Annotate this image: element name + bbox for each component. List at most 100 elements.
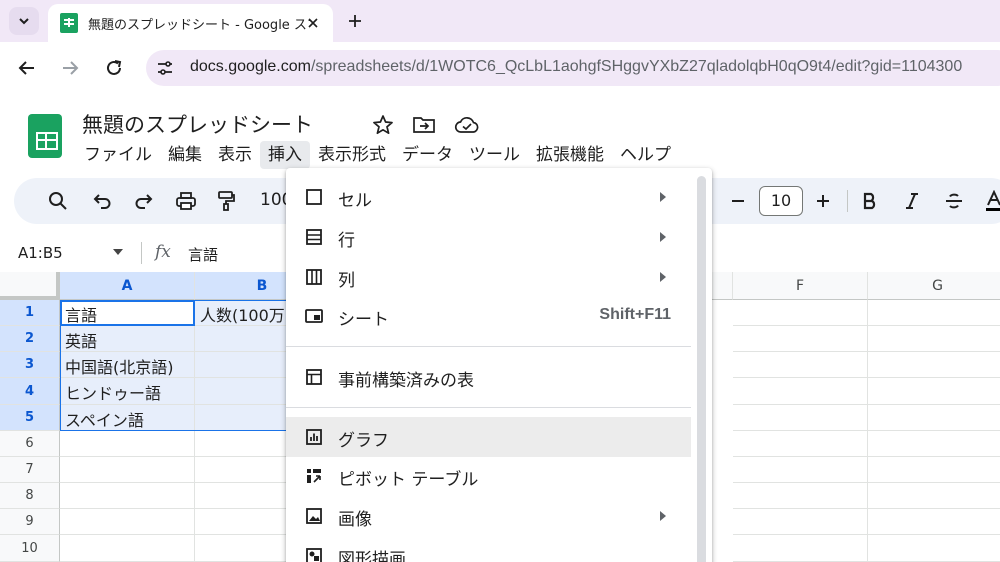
menu-scrollbar[interactable] [697, 176, 706, 562]
row-header-5[interactable]: 5 [0, 405, 60, 431]
cell-f10[interactable] [733, 535, 868, 562]
cell-a1[interactable]: 言語 [60, 300, 195, 326]
print-button[interactable] [172, 187, 200, 215]
forward-button[interactable] [56, 54, 84, 82]
search-menus-button[interactable] [44, 187, 72, 215]
cell-a7[interactable] [60, 457, 195, 483]
bold-button[interactable] [856, 187, 884, 215]
minus-icon [732, 200, 744, 202]
menu-item-chart[interactable]: グラフ [286, 417, 691, 457]
cell-f9[interactable] [733, 509, 868, 535]
tab-close-button[interactable] [302, 12, 324, 34]
cell-a6[interactable] [60, 431, 195, 457]
strikethrough-button[interactable] [940, 187, 968, 215]
formula-input[interactable]: 言語 [188, 244, 218, 265]
cell-g7[interactable] [868, 457, 1000, 483]
menu-tools[interactable]: ツール [461, 141, 528, 169]
decrease-font-size-button[interactable] [724, 187, 752, 215]
cell-f7[interactable] [733, 457, 868, 483]
font-size-input[interactable]: 10 [759, 186, 803, 216]
cell-f3[interactable] [733, 352, 868, 378]
caret-down-icon[interactable] [113, 249, 123, 255]
menu-edit[interactable]: 編集 [160, 141, 210, 169]
cell-a2[interactable]: 英語 [60, 326, 195, 352]
menu-item-pivot-table[interactable]: ピボット テーブル [286, 456, 691, 496]
tab-search-button[interactable] [9, 7, 39, 35]
sheets-logo-icon[interactable] [28, 114, 62, 158]
menu-item-cell[interactable]: セル [286, 177, 691, 217]
column-header-g[interactable]: G [868, 272, 1000, 300]
cell-g6[interactable] [868, 431, 1000, 457]
menu-view[interactable]: 表示 [210, 141, 260, 169]
menu-data[interactable]: データ [394, 141, 461, 169]
cell-f4[interactable] [733, 378, 868, 405]
browser-toolbar: docs.google.com/spreadsheets/d/1WOTC6_Qc… [0, 42, 1000, 94]
redo-button[interactable] [130, 187, 158, 215]
back-button[interactable] [13, 54, 41, 82]
menu-format[interactable]: 表示形式 [310, 141, 394, 169]
formula-bar-divider [141, 242, 142, 264]
menu-item-rows[interactable]: 行 [286, 217, 691, 257]
browser-tab[interactable]: 無題のスプレッドシート - Google スプレッドシート [48, 4, 333, 42]
name-box[interactable]: A1:B5 [18, 244, 63, 262]
address-bar[interactable]: docs.google.com/spreadsheets/d/1WOTC6_Qc… [146, 50, 1000, 86]
column-header-f[interactable]: F [733, 272, 868, 300]
cell-a5[interactable]: スペイン語 [60, 405, 195, 431]
row-header-1[interactable]: 1 [0, 300, 60, 326]
paint-format-button[interactable] [212, 187, 240, 215]
cloud-status-button[interactable] [454, 113, 480, 137]
text-color-button[interactable] [980, 187, 1000, 215]
cell-g9[interactable] [868, 509, 1000, 535]
menu-help[interactable]: ヘルプ [612, 141, 679, 169]
row-header-3[interactable]: 3 [0, 352, 60, 378]
cell-g3[interactable] [868, 352, 1000, 378]
drawing-icon [304, 546, 324, 562]
menu-file[interactable]: ファイル [76, 141, 160, 169]
row-header-4[interactable]: 4 [0, 378, 60, 405]
row-header-10[interactable]: 10 [0, 535, 60, 562]
cell-g5[interactable] [868, 405, 1000, 431]
submenu-arrow-icon [660, 232, 666, 242]
cell-a10[interactable] [60, 535, 195, 562]
cell-g10[interactable] [868, 535, 1000, 562]
menu-item-columns[interactable]: 列 [286, 257, 691, 297]
menu-insert[interactable]: 挿入 [260, 141, 310, 169]
menu-item-prebuilt-table[interactable]: 事前構築済みの表 [286, 357, 691, 397]
new-tab-button[interactable] [342, 8, 368, 34]
cell-f6[interactable] [733, 431, 868, 457]
cell-a4[interactable]: ヒンドゥー語 [60, 378, 195, 405]
row-header-6[interactable]: 6 [0, 431, 60, 457]
plus-icon [817, 195, 829, 207]
cell-a9[interactable] [60, 509, 195, 535]
select-all-corner[interactable] [0, 272, 60, 300]
site-settings-icon[interactable] [156, 59, 174, 77]
cell-g2[interactable] [868, 326, 1000, 352]
url-path: /spreadsheets/d/1WOTC6_QcLbL1aohgfSHggvY… [310, 58, 963, 75]
cell-g1[interactable] [868, 300, 1000, 326]
row-header-9[interactable]: 9 [0, 509, 60, 535]
star-button[interactable] [370, 113, 396, 137]
cell-f8[interactable] [733, 483, 868, 509]
menu-item-sheet[interactable]: シート Shift+F11 [286, 296, 691, 336]
cell-a3[interactable]: 中国語(北京語) [60, 352, 195, 378]
cell-f5[interactable] [733, 405, 868, 431]
undo-button[interactable] [88, 187, 116, 215]
submenu-arrow-icon [660, 272, 666, 282]
row-header-2[interactable]: 2 [0, 326, 60, 352]
italic-button[interactable] [898, 187, 926, 215]
reload-button[interactable] [100, 54, 128, 82]
row-header-7[interactable]: 7 [0, 457, 60, 483]
move-button[interactable] [411, 113, 437, 137]
cell-f1[interactable] [733, 300, 868, 326]
document-title[interactable]: 無題のスプレッドシート [82, 109, 313, 139]
cell-g8[interactable] [868, 483, 1000, 509]
cell-a8[interactable] [60, 483, 195, 509]
row-header-8[interactable]: 8 [0, 483, 60, 509]
menu-item-image[interactable]: 画像 [286, 496, 691, 536]
menu-item-drawing[interactable]: 図形描画 [286, 536, 691, 562]
menu-extensions[interactable]: 拡張機能 [528, 141, 612, 169]
column-header-a[interactable]: A [60, 272, 195, 300]
increase-font-size-button[interactable] [809, 187, 837, 215]
cell-g4[interactable] [868, 378, 1000, 405]
cell-f2[interactable] [733, 326, 868, 352]
